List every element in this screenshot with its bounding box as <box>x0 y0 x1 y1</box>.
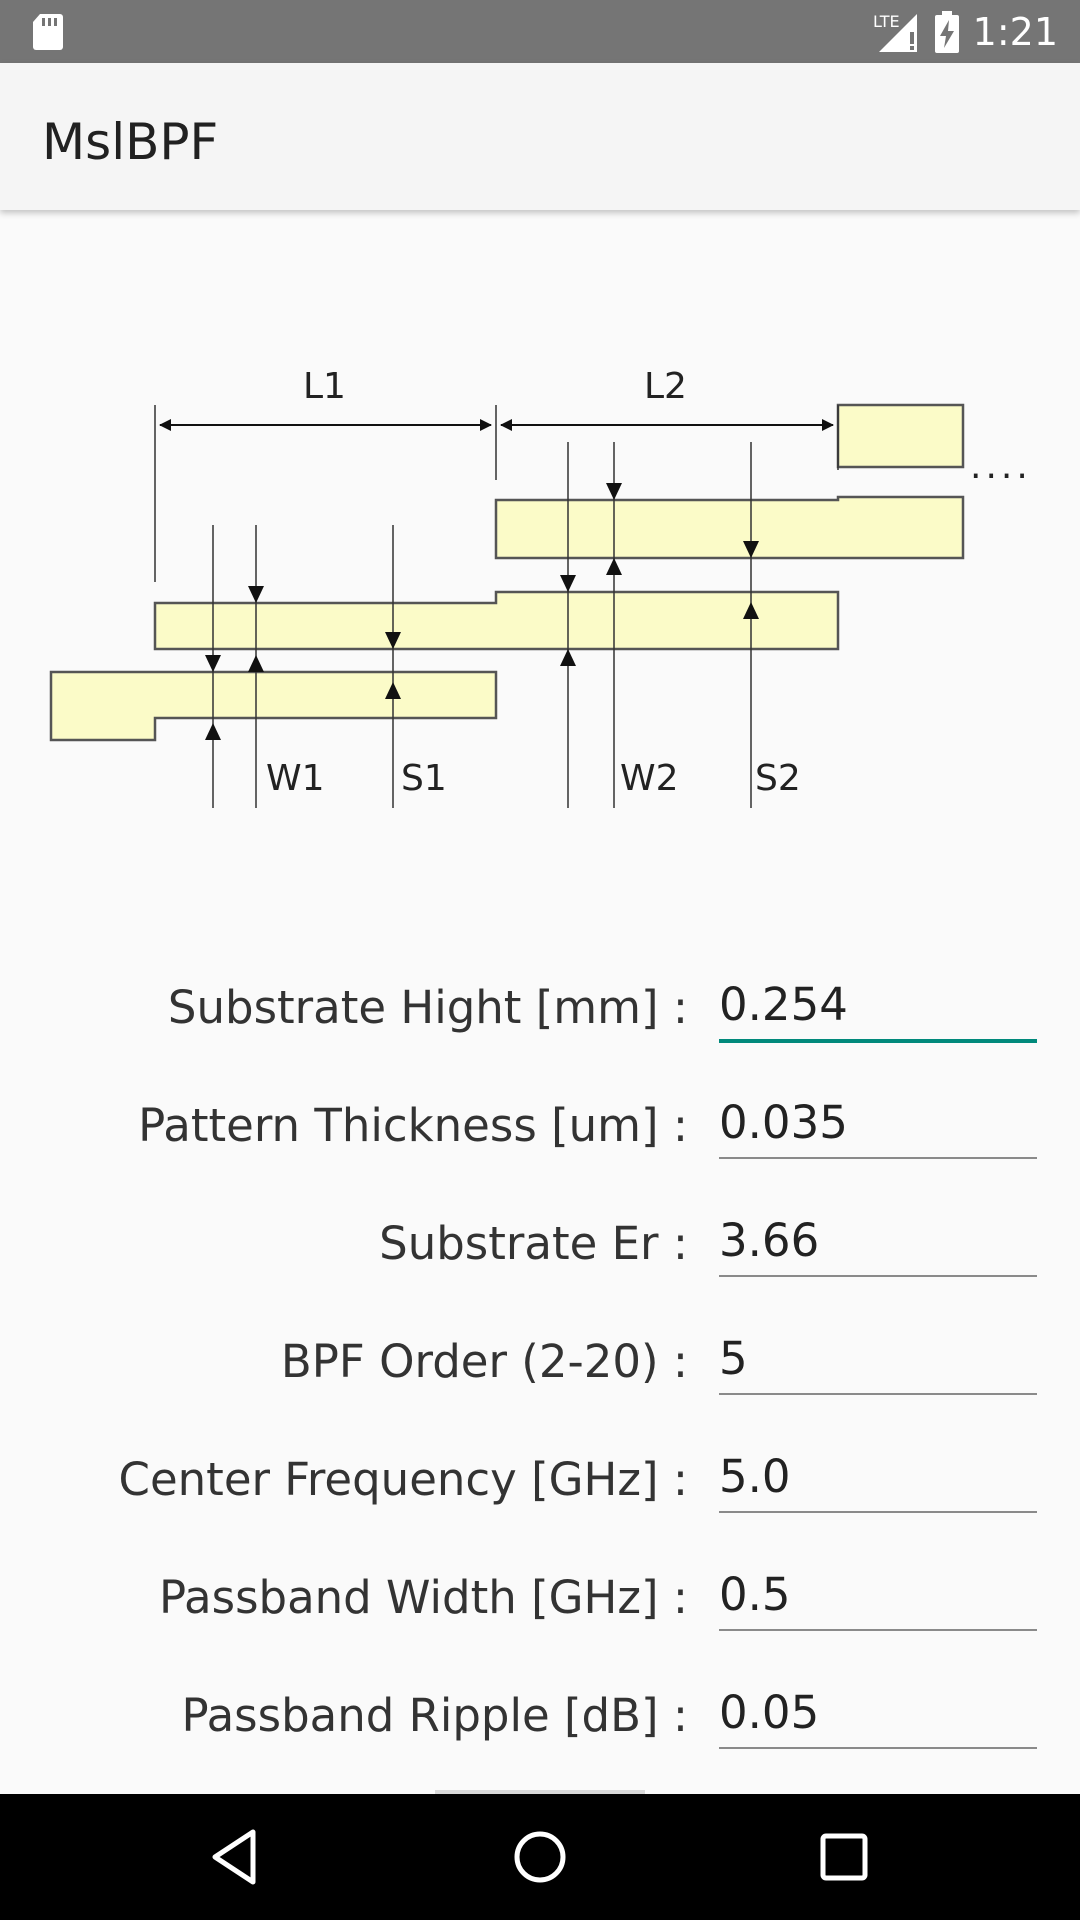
substrate-hight-label: Substrate Hight [mm] : <box>167 981 688 1034</box>
form-row-substrate-hight: Substrate Hight [mm] : <box>0 955 1080 1073</box>
app-bar: MslBPF <box>0 63 1080 210</box>
battery-charging-icon <box>934 10 959 53</box>
substrate-hight-input[interactable] <box>719 969 1037 1043</box>
back-icon[interactable] <box>201 1822 271 1892</box>
form-row-center-frequency: Center Frequency [GHz] : <box>0 1427 1080 1545</box>
form-row-bpf-order: BPF Order (2-20) : <box>0 1309 1080 1427</box>
bpf-order-input[interactable] <box>719 1323 1037 1395</box>
label-s2: S2 <box>755 758 801 799</box>
substrate-er-label: Substrate Er : <box>379 1217 688 1270</box>
signal-icon: LTE <box>873 12 917 52</box>
home-icon[interactable] <box>505 1822 575 1892</box>
passband-width-label: Passband Width [GHz] : <box>158 1571 688 1624</box>
passband-ripple-input[interactable] <box>719 1677 1037 1749</box>
bpf-order-label: BPF Order (2-20) : <box>280 1335 688 1388</box>
center-frequency-label: Center Frequency [GHz] : <box>118 1453 688 1506</box>
strip-4 <box>836 403 965 469</box>
strip-2 <box>153 590 840 651</box>
passband-width-input[interactable] <box>719 1559 1037 1631</box>
label-continuation: .... <box>970 446 1032 487</box>
network-label: LTE <box>873 12 900 31</box>
center-frequency-input[interactable] <box>719 1441 1037 1513</box>
navigation-bar <box>0 1794 1080 1920</box>
strip-1 <box>49 670 498 742</box>
form-row-pattern-thickness: Pattern Thickness [um] : <box>0 1073 1080 1191</box>
form-row-passband-ripple: Passband Ripple [dB] : <box>0 1663 1080 1781</box>
pattern-thickness-input[interactable] <box>719 1087 1037 1159</box>
recents-icon[interactable] <box>809 1822 879 1892</box>
substrate-er-input[interactable] <box>719 1205 1037 1277</box>
status-bar: LTE 1:21 <box>0 0 1080 63</box>
status-time: 1:21 <box>972 9 1058 54</box>
label-w2: W2 <box>620 758 679 799</box>
strip-3 <box>494 495 965 560</box>
label-l2: L2 <box>644 366 687 407</box>
microstrip-filter-diagram: L1 L2 W1 S1 W2 S2 .... <box>49 366 1032 808</box>
label-s1: S1 <box>401 758 447 799</box>
passband-ripple-label: Passband Ripple [dB] : <box>181 1689 688 1742</box>
pattern-thickness-label: Pattern Thickness [um] : <box>138 1099 688 1152</box>
label-w1: W1 <box>266 758 325 799</box>
form-row-passband-width: Passband Width [GHz] : <box>0 1545 1080 1663</box>
sd-card-icon <box>33 14 63 50</box>
form-row-substrate-er: Substrate Er : <box>0 1191 1080 1309</box>
label-l1: L1 <box>303 366 346 407</box>
app-title: MslBPF <box>42 113 219 171</box>
